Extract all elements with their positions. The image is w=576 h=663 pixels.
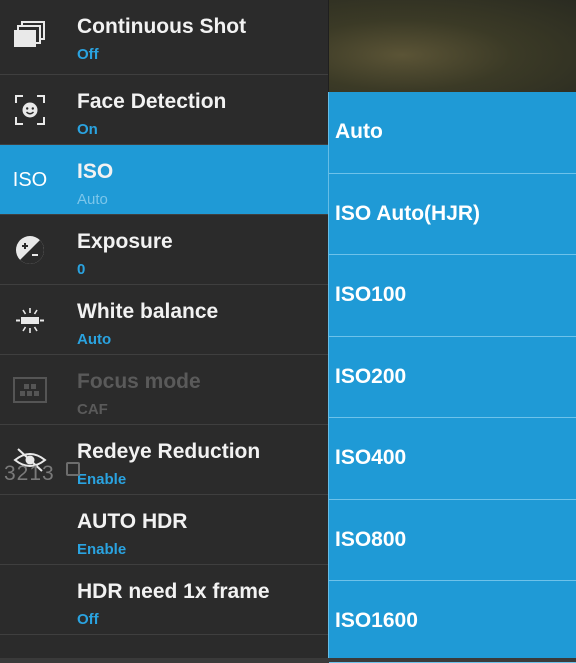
iso-icon-label: ISO (12, 168, 48, 191)
setting-value: Off (77, 46, 99, 63)
setting-value: CAF (77, 401, 108, 418)
setting-title: ISO (77, 160, 114, 183)
exposure-icon (10, 232, 50, 268)
setting-continuous-shot[interactable]: Continuous Shot Off (0, 0, 328, 75)
iso-option-400[interactable]: ISO400 (329, 418, 576, 500)
setting-title: AUTO HDR (77, 510, 188, 533)
setting-title: Exposure (77, 230, 173, 253)
face-detection-icon (10, 92, 50, 128)
setting-value: On (77, 121, 98, 138)
thumbnail-icon (66, 462, 80, 476)
setting-face-detection[interactable]: Face Detection On (0, 75, 328, 145)
setting-exposure[interactable]: Exposure 0 (0, 215, 328, 285)
iso-option-200[interactable]: ISO200 (329, 337, 576, 418)
iso-option-800[interactable]: ISO800 (329, 500, 576, 581)
setting-value: 0 (77, 261, 86, 278)
setting-title: Continuous Shot (77, 15, 247, 38)
setting-title: Focus mode (77, 370, 201, 393)
setting-title: White balance (77, 300, 219, 323)
setting-title: HDR need 1x frame (77, 580, 270, 603)
setting-iso[interactable]: ISO ISO Auto (0, 145, 328, 215)
setting-value: Enable (77, 471, 127, 488)
setting-white-balance[interactable]: White balance Auto (0, 285, 328, 355)
setting-title: Face Detection (77, 90, 227, 113)
focus-mode-icon (10, 372, 50, 408)
white-balance-icon (10, 302, 50, 338)
setting-value: Auto (77, 191, 108, 208)
shot-counter: 3213 (4, 462, 55, 485)
iso-option-100[interactable]: ISO100 (329, 255, 576, 337)
setting-focus-mode: Focus mode CAF (0, 355, 328, 425)
camera-preview (328, 0, 576, 92)
setting-value: Auto (77, 331, 112, 348)
setting-value: Enable (77, 541, 127, 558)
iso-icon: ISO (10, 162, 50, 198)
iso-option-auto-hjr[interactable]: ISO Auto(HJR) (329, 174, 576, 255)
iso-option-1600[interactable]: ISO1600 (329, 581, 576, 663)
iso-options-popup: Auto ISO Auto(HJR) ISO100 ISO200 ISO400 … (328, 92, 576, 663)
setting-title: Redeye Reduction (77, 440, 261, 463)
camera-settings-list: Continuous Shot Off Face Detection On IS… (0, 0, 329, 658)
setting-auto-hdr[interactable]: AUTO HDR Enable (0, 495, 328, 565)
setting-hdr-need-1x-frame[interactable]: HDR need 1x frame Off (0, 565, 328, 635)
stacked-frames-icon (10, 17, 50, 53)
setting-value: Off (77, 611, 99, 628)
iso-option-auto[interactable]: Auto (329, 92, 576, 174)
